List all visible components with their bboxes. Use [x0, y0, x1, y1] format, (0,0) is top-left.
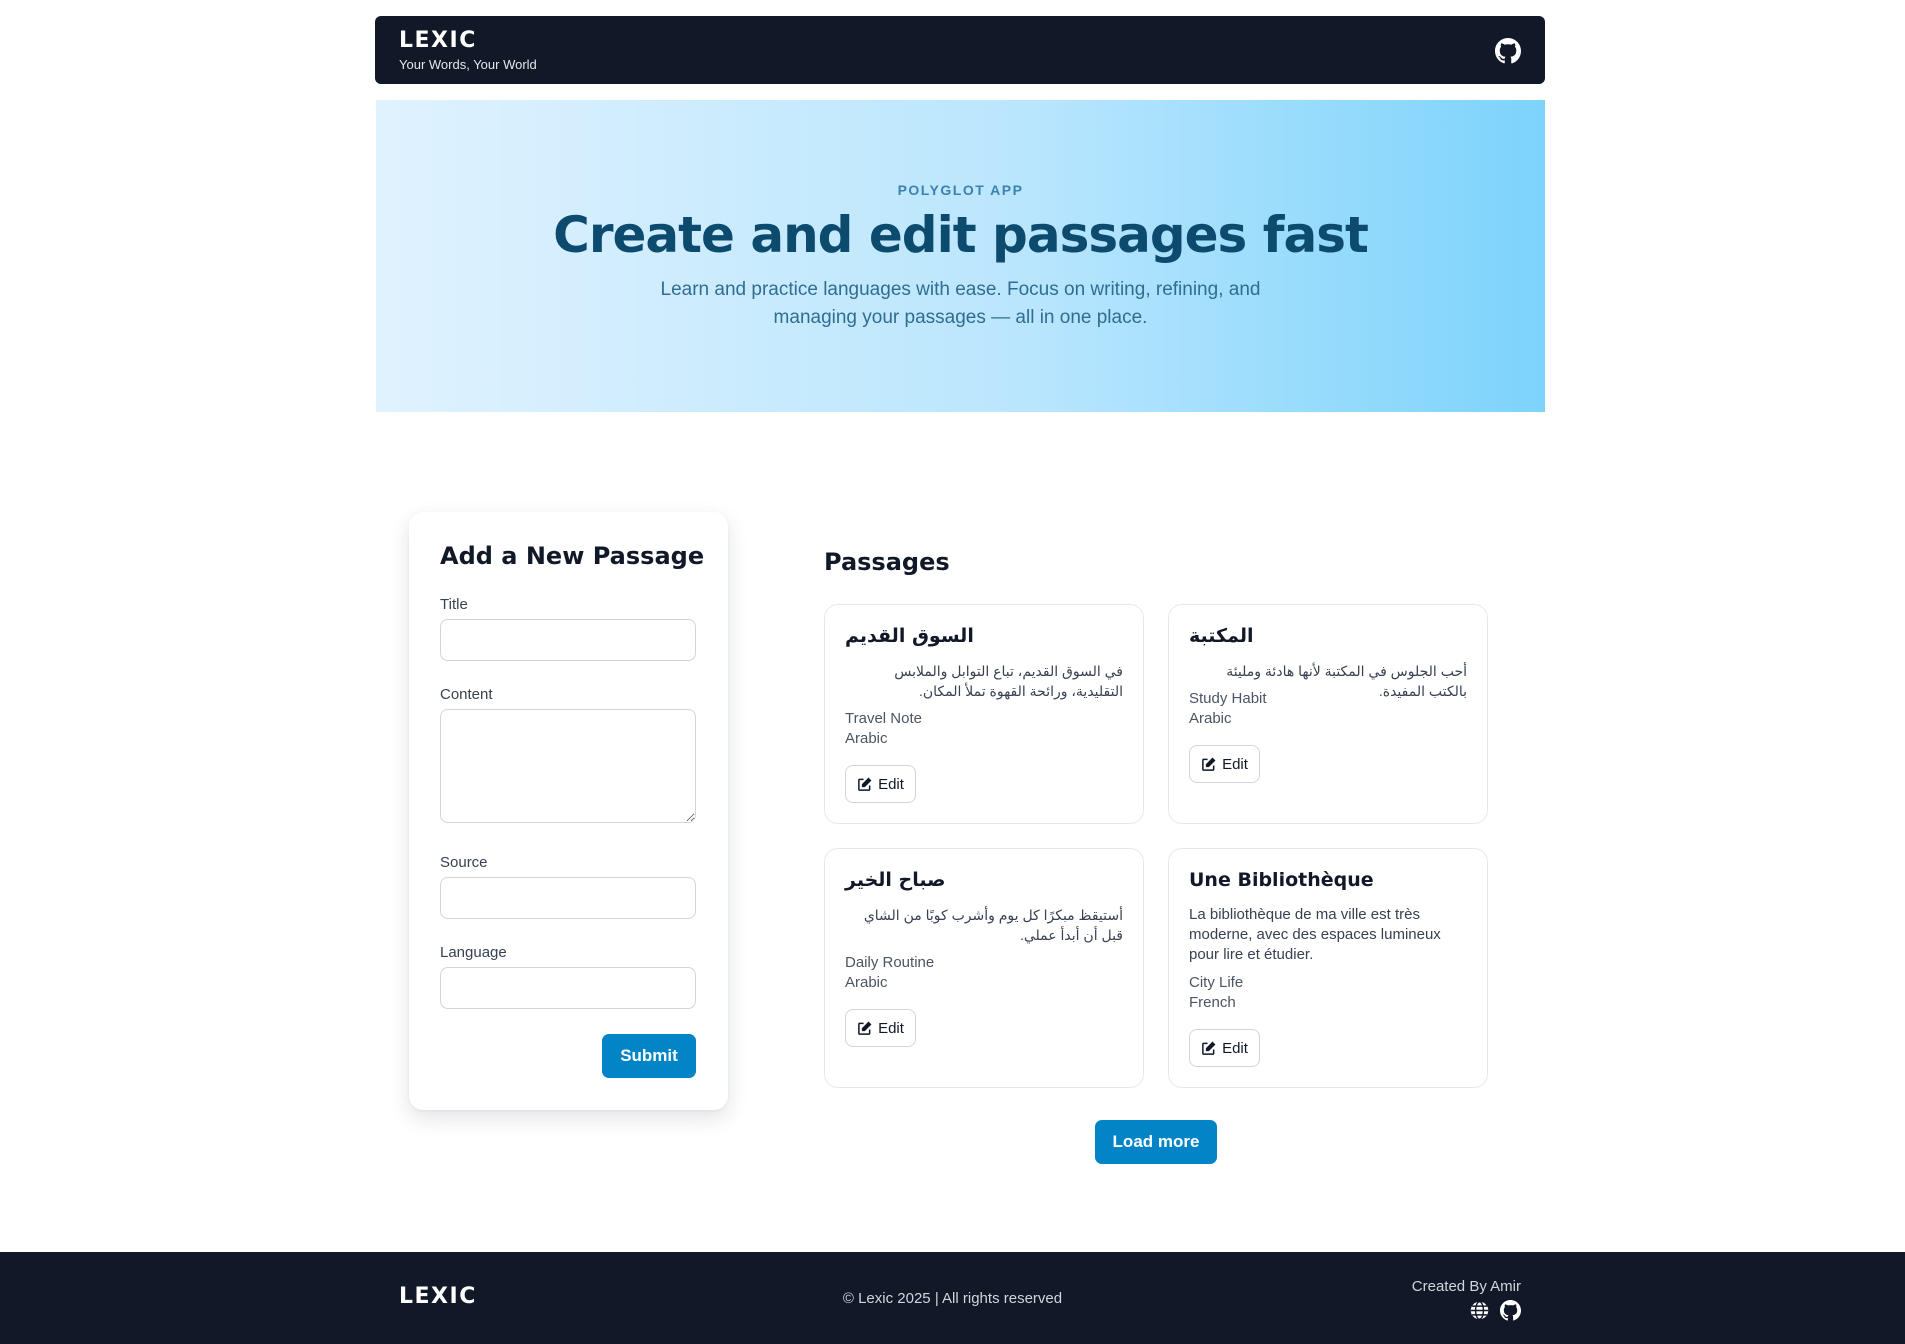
- title-input[interactable]: [440, 619, 696, 661]
- hero-subtitle: Learn and practice languages with ease. …: [660, 279, 1261, 328]
- language-input[interactable]: [440, 967, 696, 1009]
- created-by: Created By Amir: [1411, 1278, 1521, 1295]
- passage-card: Une Bibliothèque La bibliothèque de ma v…: [1168, 848, 1488, 1088]
- passage-title: Une Bibliothèque: [1189, 869, 1374, 891]
- passage-title: صباح الخير: [845, 869, 946, 891]
- passage-content: La bibliothèque de ma ville est très mod…: [1189, 906, 1441, 963]
- edit-label: Edit: [1222, 1039, 1248, 1057]
- edit-label: Edit: [878, 1019, 904, 1037]
- passage-language: Arabic: [1189, 710, 1232, 727]
- passage-title: المكتبة: [1189, 625, 1254, 647]
- passage-content: أستيقظ مبكرًا كل يوم وأشرب كوبًا من الشا…: [863, 907, 1123, 943]
- passage-language: Arabic: [845, 730, 888, 747]
- brand-tagline: Your Words, Your World: [399, 57, 537, 72]
- globe-icon[interactable]: [1469, 1300, 1490, 1321]
- passage-card: السوق القديم في السوق القديم، تباع التوا…: [824, 604, 1144, 824]
- hero-title: Create and edit passages fast: [553, 206, 1369, 264]
- top-navbar: LEXIC Your Words, Your World: [375, 16, 1545, 84]
- form-title: Add a New Passage: [440, 542, 705, 570]
- edit-icon: [858, 777, 872, 791]
- edit-label: Edit: [1222, 755, 1248, 773]
- passage-source: Travel Note: [845, 710, 922, 727]
- passage-source: Daily Routine: [845, 954, 935, 971]
- hero-eyebrow: POLYGLOT APP: [897, 182, 1024, 198]
- passage-language: Arabic: [845, 974, 888, 991]
- footer-social-links: [1469, 1300, 1521, 1321]
- github-icon[interactable]: [1495, 38, 1521, 64]
- content-textarea[interactable]: [440, 709, 696, 823]
- passage-card: صباح الخير أستيقظ مبكرًا كل يوم وأشرب كو…: [824, 848, 1144, 1088]
- github-icon[interactable]: [1500, 1300, 1521, 1321]
- title-label: Title: [440, 596, 468, 613]
- edit-button[interactable]: Edit: [845, 1009, 916, 1047]
- site-footer: LEXIC © Lexic 2025 | All rights reserved…: [0, 1252, 1905, 1344]
- edit-button[interactable]: Edit: [1189, 1029, 1260, 1067]
- load-more-button[interactable]: Load more: [1095, 1120, 1217, 1164]
- edit-icon: [858, 1021, 872, 1035]
- edit-button[interactable]: Edit: [1189, 745, 1260, 783]
- submit-button[interactable]: Submit: [602, 1034, 696, 1078]
- edit-icon: [1202, 757, 1216, 771]
- brand[interactable]: LEXIC Your Words, Your World: [399, 28, 537, 72]
- content-label: Content: [440, 686, 493, 703]
- passage-content: في السوق القديم، تباع التوابل والملابس ا…: [894, 663, 1123, 699]
- copyright-text: © Lexic 2025 | All rights reserved: [842, 1290, 1063, 1307]
- language-label: Language: [440, 944, 507, 961]
- hero-banner: POLYGLOT APP Create and edit passages fa…: [376, 100, 1545, 412]
- edit-label: Edit: [878, 775, 904, 793]
- edit-icon: [1202, 1041, 1216, 1055]
- brand-logo-text[interactable]: LEXIC: [399, 28, 537, 54]
- passage-source: Study Habit: [1189, 690, 1267, 707]
- source-input[interactable]: [440, 877, 696, 919]
- add-passage-form: Add a New Passage Title Content Source L…: [409, 512, 728, 1110]
- source-label: Source: [440, 854, 488, 871]
- passage-card: المكتبة أحب الجلوس في المكتبة لأنها هادئ…: [1168, 604, 1488, 824]
- passage-language: French: [1189, 994, 1236, 1011]
- edit-button[interactable]: Edit: [845, 765, 916, 803]
- passages-heading: Passages: [824, 548, 950, 576]
- passage-title: السوق القديم: [845, 625, 974, 647]
- passage-source: City Life: [1189, 974, 1244, 991]
